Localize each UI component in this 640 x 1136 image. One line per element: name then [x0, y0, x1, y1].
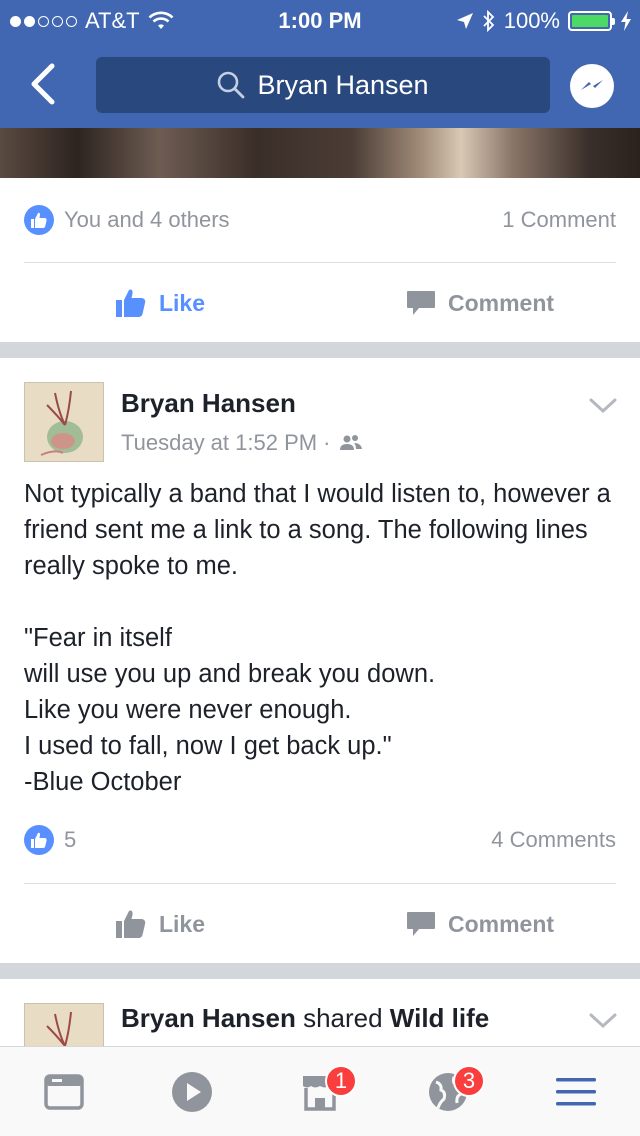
thumbs-up-icon — [115, 289, 146, 317]
comments-count[interactable]: 4 Comments — [491, 827, 616, 853]
tab-menu[interactable] — [512, 1047, 640, 1136]
search-bar[interactable]: Bryan Hansen — [96, 57, 550, 113]
comment-button[interactable]: Comment — [320, 894, 640, 954]
post-meta: Tuesday at 1:52 PM · — [121, 430, 363, 456]
tab-video[interactable] — [128, 1047, 256, 1136]
reactions-count: 5 — [64, 827, 77, 852]
comments-count[interactable]: 1 Comment — [502, 207, 616, 233]
thumbs-up-icon — [115, 910, 146, 938]
marketplace-badge: 1 — [324, 1065, 358, 1097]
comment-label: Comment — [447, 289, 555, 316]
news-feed-icon — [44, 1073, 84, 1110]
chevron-left-icon — [31, 63, 55, 105]
tab-marketplace[interactable]: 1 — [256, 1047, 384, 1136]
post-card-2: Bryan Hansen Tuesday at 1:52 PM · Not ty… — [0, 358, 640, 963]
top-navigation-bar: AT&T 1:00 PM 100% Bryan Hansen — [0, 0, 640, 128]
location-arrow-icon — [456, 13, 473, 29]
tab-news-feed[interactable] — [0, 1047, 128, 1136]
search-query: Bryan Hansen — [257, 69, 429, 100]
post-timestamp[interactable]: Tuesday at 1:52 PM · — [121, 430, 331, 456]
back-button[interactable] — [28, 62, 68, 106]
video-play-icon — [172, 1071, 212, 1112]
battery-percent: 100% — [503, 8, 560, 33]
notifications-badge: 3 — [452, 1065, 486, 1097]
status-right: 100% — [456, 8, 632, 34]
divider — [24, 262, 616, 263]
status-bar: AT&T 1:00 PM 100% — [0, 0, 640, 40]
likes-summary[interactable]: 5 — [24, 825, 76, 855]
post-actions: Like Comment — [0, 273, 640, 333]
like-button[interactable]: Like — [0, 894, 320, 954]
post-card-1: You and 4 others 1 Comment Like Comment — [0, 178, 640, 342]
friends-audience-icon — [339, 435, 362, 450]
comment-icon — [406, 291, 435, 315]
bottom-tab-bar: 1 3 — [0, 1046, 640, 1136]
post-actions: Like Comment — [0, 894, 640, 954]
battery-icon — [568, 11, 615, 31]
comment-icon — [406, 912, 435, 936]
like-label: Like — [158, 910, 206, 937]
comment-button[interactable]: Comment — [320, 273, 640, 333]
charging-bolt-icon — [621, 11, 631, 31]
post-photo[interactable] — [0, 128, 640, 178]
author-name[interactable]: Bryan Hansen — [121, 388, 296, 419]
post-body: Not typically a band that I would listen… — [24, 480, 611, 796]
messenger-icon — [581, 80, 603, 90]
comment-label: Comment — [447, 910, 555, 937]
author-avatar[interactable] — [24, 382, 104, 462]
reactions-summary: 5 4 Comments — [24, 822, 616, 858]
post-options-chevron-icon[interactable] — [588, 1009, 618, 1033]
messenger-button[interactable] — [570, 64, 614, 108]
divider — [24, 883, 616, 884]
shared-object[interactable]: Wild life — [390, 1003, 489, 1033]
search-icon — [218, 71, 245, 99]
likes-summary[interactable]: You and 4 others — [24, 205, 230, 235]
like-reaction-icon — [24, 825, 54, 855]
bluetooth-icon — [483, 10, 494, 32]
tab-notifications[interactable]: 3 — [384, 1047, 512, 1136]
shared-verb: shared — [295, 1003, 390, 1033]
author-name[interactable]: Bryan Hansen — [121, 1003, 296, 1033]
post-options-chevron-icon[interactable] — [588, 394, 618, 418]
hamburger-menu-icon — [556, 1077, 596, 1105]
shared-post-header: Bryan Hansen shared Wild life — [121, 1003, 489, 1034]
reactions-summary: You and 4 others 1 Comment — [24, 202, 616, 238]
like-reaction-icon — [24, 205, 54, 235]
like-button[interactable]: Like — [0, 273, 320, 333]
like-label: Like — [158, 289, 206, 316]
reactions-text: You and 4 others — [64, 207, 230, 232]
